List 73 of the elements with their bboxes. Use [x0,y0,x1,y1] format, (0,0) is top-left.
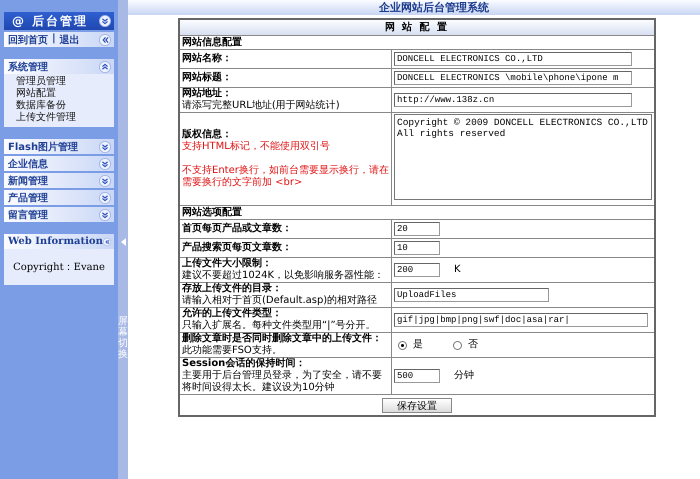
input-field[interactable]: DONCELL ELECTRONICS CO.,LTD [394,52,632,66]
chevron-up-icon[interactable] [99,60,111,72]
field-label: Session会话的保持时间： [182,358,306,370]
hint-text: 建议不要超过1024K，以免影响服务器性能： [182,270,386,282]
nav-link[interactable]: 回到首页 [8,32,48,46]
collapse-icon[interactable] [102,236,111,248]
menu-header[interactable]: Flash图片管理 [4,139,114,154]
hint-text: 只输入扩展名。每种文件类型用“|”号分开。 [182,320,377,332]
menu-item[interactable]: 网站配置 [16,88,114,99]
input-field[interactable]: 500 [394,369,440,383]
menu-item[interactable]: 上传文件管理 [16,112,114,123]
chevron-down-icon[interactable] [99,158,111,170]
chevron-down-icon[interactable] [99,174,111,186]
chevron-down-icon[interactable] [99,140,111,152]
input-field[interactable]: 20 [394,222,440,236]
menu-title: 企业信息 [8,158,49,170]
menu-header[interactable]: 企业信息 [4,156,114,171]
nav-link[interactable]: 退出 [60,32,80,46]
warning-note: 支持HTML标记，不能使用双引号 [182,141,331,153]
chevron-down-icon[interactable] [99,192,111,204]
field-label: 版权信息： [182,129,233,140]
menu-title: 产品管理 [8,192,49,204]
field-label: 首页每页产品或文章数： [182,223,293,235]
form-title: 网 站 配 置 [179,19,655,36]
chevron-down-icon[interactable] [99,208,111,220]
menu-title: 留言管理 [8,208,49,222]
unit-label: K [454,264,461,276]
at-symbol: @ [12,14,24,28]
field-label: 产品搜索页每页文章数： [182,242,293,254]
input-field[interactable]: DONCELL ELECTRONICS \mobile\phone\ipone m [394,71,632,85]
field-label: 网站地址： [182,88,233,100]
brand-title: 后台管理 [32,12,89,30]
section-title: 网站信息配置 [179,36,655,50]
strip-label: 屏幕切换 [118,316,128,360]
input-field[interactable]: 200 [394,263,440,277]
hint-text: 主要用于后台管理员登录，为了安全，请不要将时间设得太长。建议设为10分钟 [182,370,383,394]
page-title: 企业网站后台管理系统 [379,0,489,15]
hint-text: 请添写完整URL地址(用于网站统计) [182,100,341,112]
field-label: 上传文件大小限制： [182,258,273,270]
hint-text: 此功能需要FSO支持。 [182,345,283,357]
chevron-down-icon[interactable] [99,15,111,27]
field-label: 删除文章时是否同时删除文章中的上传文件： [182,333,383,344]
hint-text: 请输入相对于首页(Default.asp)的相对路径 [182,295,378,307]
field-label: 存放上传文件的目录： [182,283,283,294]
field-label: 网站名称： [182,53,233,65]
text-area[interactable]: Copyright © 2009 DONCELL ELECTRONICS CO.,LTD All rights reserved [394,114,652,200]
menu-header[interactable]: 新闻管理 [4,173,114,188]
input-field[interactable]: UploadFiles [394,288,549,302]
radio-button[interactable] [453,340,462,350]
menu-header[interactable]: 留言管理 [4,207,114,222]
menu-header[interactable]: 系统管理 [4,59,114,74]
menu-header[interactable]: 产品管理 [4,190,114,205]
save-button[interactable]: 保存设置 [382,398,452,412]
input-field[interactable]: http://www.138z.cn [394,93,632,107]
input-field[interactable]: 10 [394,241,440,255]
menu-title: Flash图片管理 [8,140,80,154]
copyright-text: Copyright：Evane [13,261,105,274]
radio-button[interactable] [398,340,407,350]
menu-title: 新闻管理 [8,174,49,188]
info-title: Web Information [8,236,103,247]
radio-label: 否 [468,339,478,351]
radio-label: 是 [413,339,423,351]
menu-item[interactable]: 数据库备份 [16,100,114,111]
field-label: 网站标题： [182,72,233,84]
unit-label: 分钟 [454,370,474,382]
input-field[interactable]: gif|jpg|bmp|png|swf|doc|asa|rar| [394,313,648,327]
field-label: 允许的上传文件类型： [182,308,283,320]
section-title: 网站选项配置 [179,206,655,220]
link-separator: | [52,32,56,46]
menu-title: 系统管理 [8,60,49,74]
collapse-icon[interactable] [99,34,111,46]
menu-item[interactable]: 管理员管理 [16,76,114,87]
warning-note: 不支持Enter换行，如前台需要显示换行，请在需要换行的文字前加 <br> [182,165,389,189]
